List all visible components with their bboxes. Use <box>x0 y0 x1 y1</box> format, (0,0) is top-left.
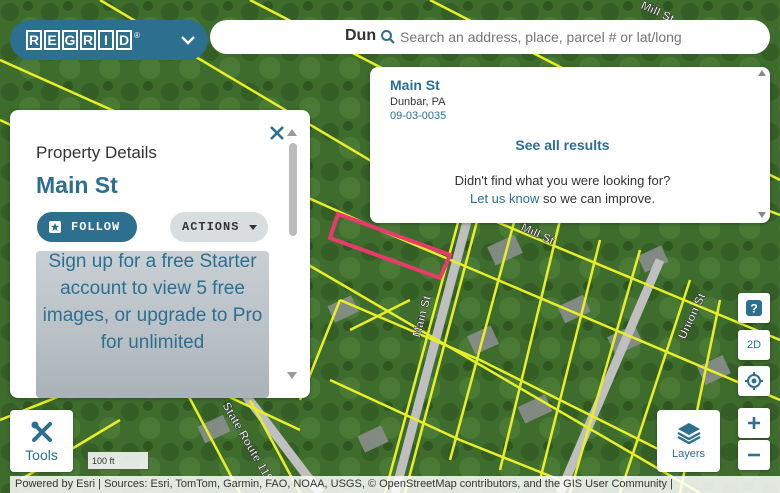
brand-menu[interactable]: R E G R I D ® <box>10 20 208 60</box>
chevron-down-icon[interactable] <box>178 30 198 50</box>
zoom-out-button[interactable] <box>738 440 770 470</box>
locate-button[interactable] <box>738 366 770 396</box>
layers-icon <box>676 423 701 445</box>
search-input[interactable] <box>400 25 760 49</box>
star-icon <box>49 221 61 233</box>
let-us-know-link[interactable]: Let us know <box>470 191 539 206</box>
plus-icon <box>748 417 760 429</box>
feedback-line: Let us know so we can improve. <box>370 191 755 206</box>
property-details-panel: Property Details Main St FOLLOW ACTIONS … <box>10 110 310 398</box>
search-results-dropdown: Main St Dunbar, PA 09-03-0035 See all re… <box>370 67 770 223</box>
follow-label: FOLLOW <box>71 220 121 234</box>
result-parcel-number[interactable]: 09-03-0035 <box>390 110 446 122</box>
sources-text: | Sources: Esri, TomTom, Garmin, FAO, NO… <box>95 478 673 490</box>
search-bar[interactable]: Dun <box>210 20 770 54</box>
layers-label: Layers <box>671 448 706 460</box>
esri-link[interactable]: Esri <box>76 478 95 490</box>
close-icon[interactable] <box>268 124 286 142</box>
map-attribution: Powered by Esri | Sources: Esri, TomTom,… <box>10 476 780 493</box>
not-found-text: Didn't find what you were looking for? <box>454 173 671 188</box>
search-icon <box>381 30 395 44</box>
crosshair-icon <box>745 372 763 390</box>
help-button[interactable]: ? <box>738 293 770 323</box>
actions-label: ACTIONS <box>182 220 240 234</box>
help-icon: ? <box>746 300 762 316</box>
panel-scroll-up[interactable] <box>287 129 297 136</box>
powered-by-text: Powered by <box>15 478 77 490</box>
panel-scroll-down[interactable] <box>287 372 297 379</box>
minus-icon <box>748 453 760 457</box>
results-scroll-down[interactable] <box>758 212 766 218</box>
location-title: Dun <box>345 27 377 44</box>
imagery-promo[interactable]: Sign up for a free Starter account to vi… <box>36 251 269 398</box>
follow-button[interactable]: FOLLOW <box>37 212 137 242</box>
property-title: Main St <box>36 172 118 198</box>
zoom-in-button[interactable] <box>738 408 770 438</box>
panel-scrollbar-thumb[interactable] <box>289 143 297 236</box>
tools-icon <box>31 421 52 442</box>
panel-heading: Property Details <box>36 143 157 162</box>
actions-button[interactable]: ACTIONS <box>170 212 268 242</box>
view-mode-label: 2D <box>746 339 762 351</box>
caret-down-icon <box>249 224 258 230</box>
result-subtitle: Dunbar, PA <box>390 96 446 108</box>
feedback-suffix: so we can improve. <box>539 191 655 206</box>
promo-text: Sign up for a free Starter account to vi… <box>42 251 263 353</box>
layers-button[interactable]: Layers <box>657 410 720 472</box>
svg-text:?: ? <box>750 302 757 316</box>
results-scroll-up[interactable] <box>758 70 766 76</box>
tools-button[interactable]: Tools <box>10 410 73 472</box>
regrid-logo: R E G R I D <box>26 30 132 50</box>
see-all-results-link[interactable]: See all results <box>370 137 755 153</box>
view-mode-toggle[interactable]: 2D <box>738 330 770 360</box>
scale-label: 100 ft <box>92 456 115 466</box>
scale-bar: 100 ft <box>87 452 149 470</box>
result-title[interactable]: Main St <box>390 77 440 93</box>
tools-label: Tools <box>25 447 58 463</box>
